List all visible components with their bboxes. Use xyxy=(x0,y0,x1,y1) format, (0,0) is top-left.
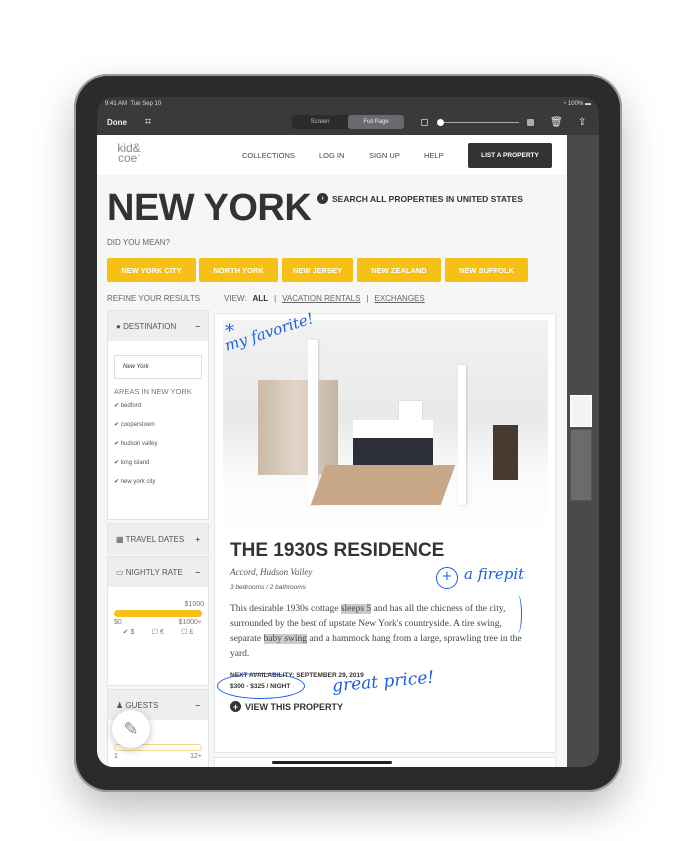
currency-eur-checkbox[interactable]: ☐ € xyxy=(152,628,164,636)
listing-photo[interactable] xyxy=(223,320,548,537)
status-bar: 9:41 AM Tue Sep 10 ◔ 100% ▬ xyxy=(97,97,599,110)
area-checkbox[interactable]: ✔ new york city xyxy=(114,478,208,485)
annotation-firepit: a firepit xyxy=(464,565,525,583)
suggestion-chip[interactable]: NORTH YORK xyxy=(199,258,278,282)
markup-toolbar: Done ⌗ Screen Full Page 🗑 ⇪ xyxy=(97,110,599,135)
currency-gbp-checkbox[interactable]: ☐ £ xyxy=(181,628,193,636)
refine-label: REFINE YOUR RESULTS xyxy=(107,294,201,303)
annotation-plus: + xyxy=(436,567,458,589)
area-checkbox[interactable]: ✔ hudson valley xyxy=(114,440,208,447)
did-you-mean: DID YOU MEAN? xyxy=(107,238,170,247)
opacity-high-icon xyxy=(527,119,534,126)
webpage: kid& coe* COLLECTIONS LOG IN SIGN UP HELP… xyxy=(97,135,567,767)
pencil-tool-icon[interactable]: ✎ xyxy=(112,710,150,748)
date: Tue Sep 10 xyxy=(130,101,162,107)
plus-circle-icon: + xyxy=(230,701,241,712)
screen-tab[interactable]: Screen xyxy=(292,115,348,129)
area-checkbox[interactable]: ✔ bedford xyxy=(114,402,208,409)
battery: ◔ 100% ▬ xyxy=(562,101,591,107)
areas-label: AREAS IN NEW YORK xyxy=(114,387,192,396)
done-button[interactable]: Done xyxy=(107,118,127,127)
listing-title[interactable]: THE 1930S RESIDENCE xyxy=(230,540,444,562)
time: 9:41 AM xyxy=(105,101,128,107)
page-thumbnail-strip[interactable] xyxy=(567,135,599,767)
destination-panel: ● DESTINATION − New York AREAS IN NEW YOR… xyxy=(107,310,209,520)
view-all[interactable]: ALL xyxy=(253,294,269,303)
page-thumbnail-current[interactable] xyxy=(570,395,592,427)
list-property-button[interactable]: LIST A PROPERTY xyxy=(468,143,552,168)
capture-mode-segmented: Screen Full Page xyxy=(292,115,404,129)
home-indicator xyxy=(272,761,392,764)
nav-collections[interactable]: COLLECTIONS xyxy=(242,151,295,160)
destination-input[interactable]: New York xyxy=(114,355,202,379)
page-title: NEW YORK xyxy=(107,187,312,229)
nav-help[interactable]: HELP xyxy=(424,151,444,160)
opacity-low-icon xyxy=(421,119,428,126)
site-logo[interactable]: kid& coe* xyxy=(112,142,146,164)
arrow-right-icon: › xyxy=(317,193,328,204)
nav-login[interactable]: LOG IN xyxy=(319,151,344,160)
currency-usd-checkbox[interactable]: ✔ $ xyxy=(123,628,135,636)
nav-signup[interactable]: SIGN UP xyxy=(369,151,400,160)
page-thumbnail[interactable] xyxy=(570,429,592,501)
view-filter: VIEW: ALL | VACATION RENTALS | EXCHANGES xyxy=(224,294,425,303)
rate-slider[interactable] xyxy=(114,610,202,617)
nightly-rate-panel: ▭ NIGHTLY RATE − $1000 $0 $1000+ ✔ $ ☐ € ☐… xyxy=(107,556,209,686)
suggestion-chip[interactable]: NEW YORK CITY xyxy=(107,258,196,282)
suggestion-chip[interactable]: NEW ZEALAND xyxy=(357,258,441,282)
listing-location: Accord, Hudson Valley xyxy=(230,567,313,577)
travel-dates-panel[interactable]: ▦ TRAVEL DATES + xyxy=(107,523,209,554)
view-exchanges[interactable]: EXCHANGES xyxy=(374,294,424,303)
destination-header[interactable]: ● DESTINATION − xyxy=(108,311,208,341)
screen: 9:41 AM Tue Sep 10 ◔ 100% ▬ Done ⌗ Scree… xyxy=(97,97,599,767)
listing-description: This desirable 1930s cottage sleeps 5 an… xyxy=(230,604,522,659)
view-vacation-rentals[interactable]: VACATION RENTALS xyxy=(282,294,360,303)
listing-rooms: 3 bedrooms / 2 bathrooms xyxy=(230,584,306,591)
suggestion-chip[interactable]: NEW SUFFOLK xyxy=(445,258,528,282)
full-page-tab[interactable]: Full Page xyxy=(348,115,404,129)
share-icon[interactable]: ⇪ xyxy=(578,117,586,128)
crop-icon[interactable]: ⌗ xyxy=(145,116,151,129)
annotation-circle xyxy=(217,673,305,699)
opacity-slider[interactable] xyxy=(437,119,519,126)
area-checkbox[interactable]: ✔ long island xyxy=(114,459,208,466)
trash-icon[interactable]: 🗑 xyxy=(550,117,563,128)
search-all-link[interactable]: › SEARCH ALL PROPERTIES IN UNITED STATES xyxy=(317,193,523,204)
view-property-link[interactable]: + VIEW THIS PROPERTY xyxy=(230,701,343,712)
suggestion-chip[interactable]: NEW JERSEY xyxy=(282,258,353,282)
area-checkbox[interactable]: ✔ cooperstown xyxy=(114,421,208,428)
annotation-arrow xyxy=(514,595,522,633)
